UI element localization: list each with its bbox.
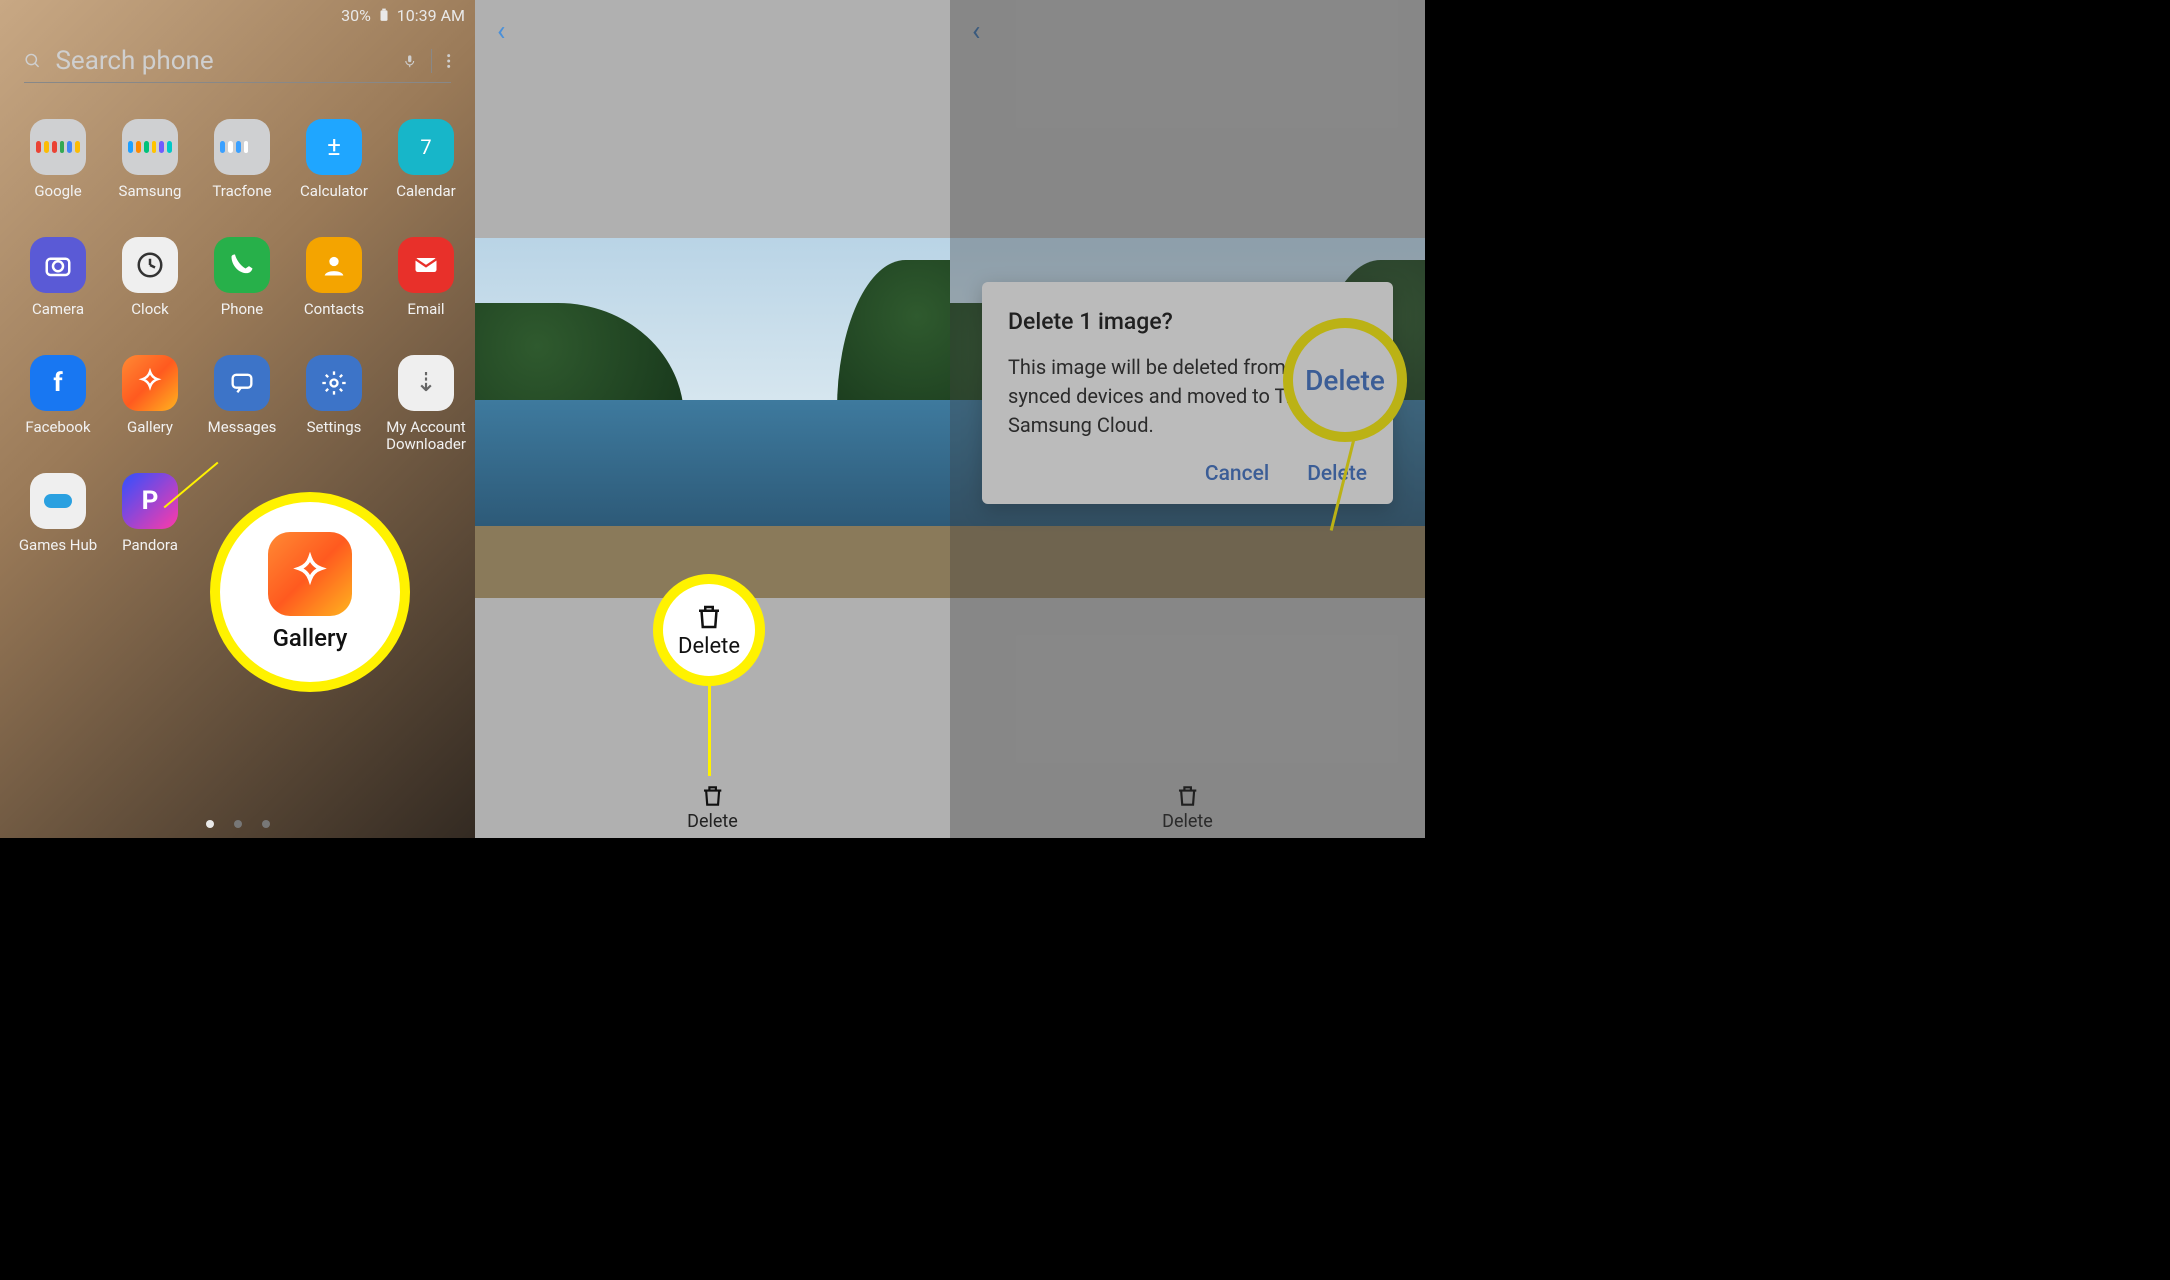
photo-preview[interactable] — [475, 238, 950, 598]
highlight-delete: Delete — [653, 574, 765, 686]
app-messages[interactable]: Messages — [198, 355, 286, 453]
more-icon[interactable] — [446, 50, 451, 72]
photo-preview — [950, 238, 1425, 598]
dialog-title: Delete 1 image? — [1008, 308, 1367, 335]
search-icon — [24, 48, 41, 74]
highlight-delete-confirm: Delete — [1283, 318, 1407, 442]
delete-button[interactable]: Delete — [1162, 783, 1213, 832]
highlight-line — [708, 680, 711, 776]
trash-icon — [700, 783, 726, 809]
app-contacts[interactable]: Contacts — [290, 237, 378, 335]
mic-icon[interactable] — [403, 49, 416, 73]
app-samsung[interactable]: Samsung — [106, 119, 194, 217]
app-calendar[interactable]: 7Calendar — [382, 119, 470, 217]
delete-button[interactable]: Delete — [687, 783, 738, 832]
highlight-line — [1330, 431, 1358, 531]
panel-app-drawer: 30% 10:39 AM Google Samsung Tracfone ±Ca… — [0, 0, 475, 838]
app-games-hub[interactable]: Games Hub — [14, 473, 102, 571]
panel-delete-dialog: ‹ Delete Delete 1 image? This image will… — [950, 0, 1425, 838]
panel-gallery-view: ‹ Delete Delete — [475, 0, 950, 838]
app-camera[interactable]: Camera — [14, 237, 102, 335]
battery-percent: 30% — [341, 6, 371, 25]
trash-icon — [694, 602, 724, 632]
app-settings[interactable]: Settings — [290, 355, 378, 453]
app-tracfone[interactable]: Tracfone — [198, 119, 286, 217]
app-calculator[interactable]: ±Calculator — [290, 119, 378, 217]
app-google[interactable]: Google — [14, 119, 102, 217]
app-phone[interactable]: Phone — [198, 237, 286, 335]
trash-icon — [1175, 783, 1201, 809]
app-facebook[interactable]: fFacebook — [14, 355, 102, 453]
highlight-gallery: Gallery — [210, 492, 410, 692]
search-bar[interactable] — [24, 46, 451, 83]
app-gallery[interactable]: Gallery — [106, 355, 194, 453]
app-email[interactable]: Email — [382, 237, 470, 335]
divider — [431, 49, 432, 73]
confirm-delete-button[interactable]: Delete — [1307, 462, 1367, 486]
back-button[interactable]: ‹ — [972, 14, 980, 47]
gallery-icon — [268, 532, 352, 616]
app-clock[interactable]: Clock — [106, 237, 194, 335]
battery-icon — [377, 8, 391, 22]
back-button[interactable]: ‹ — [497, 14, 505, 47]
status-bar: 30% 10:39 AM — [0, 0, 475, 26]
app-pandora[interactable]: PPandora — [106, 473, 194, 571]
app-grid: Google Samsung Tracfone ±Calculator 7Cal… — [0, 93, 475, 571]
app-my-account-downloader[interactable]: ⇣My Account Downloader — [382, 355, 470, 453]
clock-time: 10:39 AM — [397, 6, 465, 25]
confirm-dialog: Delete 1 image? This image will be delet… — [982, 282, 1393, 504]
highlight-gallery-label: Gallery — [273, 624, 348, 652]
cancel-button[interactable]: Cancel — [1205, 462, 1269, 486]
dialog-body: This image will be deleted from your syn… — [1008, 353, 1367, 440]
search-input[interactable] — [55, 46, 389, 76]
page-indicator — [206, 820, 270, 828]
